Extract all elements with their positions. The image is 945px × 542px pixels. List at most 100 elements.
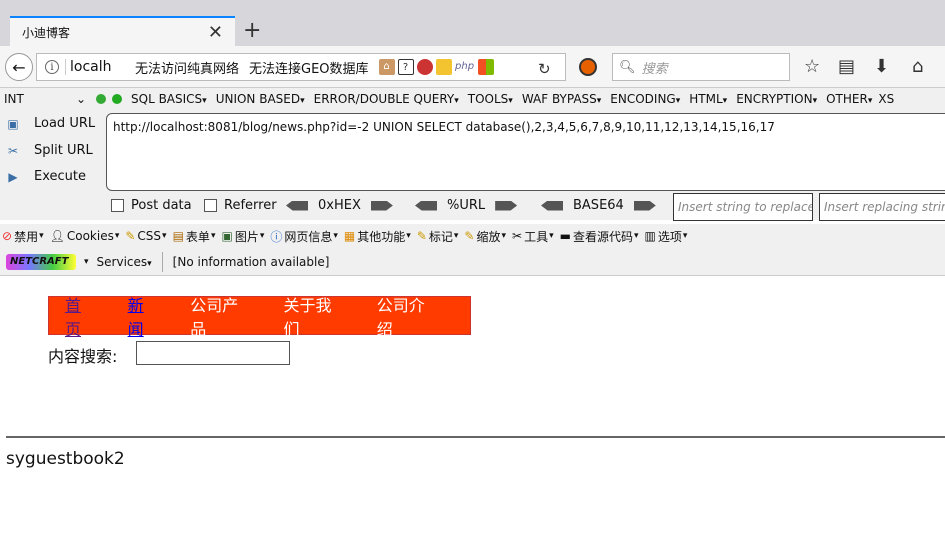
hackbar-panel: ▣ Load URL ✂ Split URL ▶ Execute http://… — [0, 110, 945, 221]
wd-disable-label: 禁用 — [14, 229, 39, 244]
wd-page-info[interactable]: ⓘ 网页信息 — [270, 228, 338, 245]
minus-icon[interactable] — [96, 94, 106, 104]
split-url-label: Split URL — [34, 143, 93, 158]
windows-icon[interactable] — [477, 59, 494, 75]
home-button-icon[interactable]: ⌂ — [912, 56, 923, 77]
post-data-option[interactable]: Post data — [111, 198, 192, 213]
base64-encoder[interactable]: BASE64 — [531, 198, 666, 213]
menu-waf-bypass[interactable]: WAF BYPASS — [522, 92, 601, 106]
url-encoder-label: %URL — [447, 198, 486, 213]
split-url-button[interactable]: ✂ Split URL — [4, 143, 93, 158]
execute-button[interactable]: ▶ Execute — [4, 169, 86, 184]
hex-encode-arrow-icon[interactable] — [370, 200, 393, 211]
forms-icon: ▤ — [172, 229, 184, 243]
wd-disable[interactable]: ⊘ 禁用 — [2, 228, 44, 245]
hex-label: 0xHEX — [318, 198, 361, 213]
base64-encode-arrow-icon[interactable] — [633, 200, 656, 211]
wd-tools[interactable]: ✂ 工具 — [512, 228, 554, 245]
wd-images[interactable]: ▣ 图片 — [221, 228, 264, 245]
wd-view-source-label: 查看源代码 — [572, 229, 633, 244]
netcraft-logo[interactable]: NETCRAFT — [6, 253, 76, 270]
resize-icon: ✎ — [464, 229, 475, 243]
menu-encoding[interactable]: ENCODING — [610, 92, 680, 106]
load-url-icon: ▣ — [7, 116, 19, 131]
wd-outline[interactable]: ✎ 标记 — [417, 228, 459, 245]
options-icon: ▥ — [644, 229, 656, 243]
hackbar-menu-row: INT ⌄ SQL BASICS UNION BASED ERROR/DOUBL… — [0, 88, 945, 110]
browser-tab[interactable]: 小迪博客 ✕ — [10, 16, 235, 46]
url-encoder[interactable]: %URL — [405, 198, 527, 213]
menu-error-double-query[interactable]: ERROR/DOUBLE QUERY — [314, 92, 459, 106]
plus-icon[interactable] — [112, 94, 122, 104]
url-encode-arrow-icon[interactable] — [495, 200, 518, 211]
referrer-checkbox[interactable] — [204, 199, 217, 212]
url-message-1: 无法访问纯真网络 — [135, 61, 240, 77]
menu-tools[interactable]: TOOLS — [468, 92, 513, 106]
info-icon[interactable]: i — [45, 60, 59, 74]
nav-products[interactable]: 公司产品 — [190, 292, 251, 340]
post-data-label: Post data — [131, 198, 192, 213]
load-url-button[interactable]: ▣ Load URL — [4, 116, 95, 131]
wd-view-source[interactable]: ▬ 查看源代码 — [560, 228, 639, 245]
lock-icon[interactable] — [435, 59, 452, 75]
search-icon: 🔍︎ — [619, 59, 636, 75]
nav-home[interactable]: 首页 — [65, 292, 96, 340]
wd-css[interactable]: ✎ CSS — [125, 229, 166, 243]
wd-options[interactable]: ▥ 选项 — [645, 228, 688, 245]
base64-decode-arrow-icon[interactable] — [541, 200, 563, 211]
hex-encoder[interactable]: 0xHEX — [276, 198, 403, 213]
search-box[interactable]: 🔍︎ 搜索 — [612, 53, 790, 81]
menu-sql-basics[interactable]: SQL BASICS — [131, 92, 207, 106]
services-menu[interactable]: Services — [97, 255, 152, 269]
type-select-value: INT — [4, 92, 24, 106]
replacing-string-input[interactable]: Insert replacing string — [819, 193, 945, 221]
close-tab-icon[interactable]: ✕ — [208, 22, 223, 43]
home-icon[interactable]: ⌂ — [378, 59, 395, 75]
menu-xss[interactable]: XS — [878, 92, 894, 106]
help-icon[interactable]: ? — [397, 59, 414, 75]
nav-about[interactable]: 关于我们 — [284, 292, 345, 340]
web-developer-toolbar: ⊘禁用 👤︎Cookies ✎CSS ▤表单 ▣图片 ⓘ网页信息 ▦其他功能 ✎… — [0, 224, 945, 248]
menu-union-based[interactable]: UNION BASED — [216, 92, 305, 106]
url-text[interactable]: localh — [65, 59, 115, 75]
url-decode-arrow-icon[interactable] — [415, 200, 437, 211]
reload-icon[interactable]: ↻ — [538, 60, 551, 78]
wd-cookies[interactable]: 👤︎ Cookies — [50, 229, 120, 243]
nav-news[interactable]: 新闻 — [128, 292, 159, 340]
menu-html[interactable]: HTML — [689, 92, 727, 106]
wd-misc[interactable]: ▦ 其他功能 — [344, 228, 411, 245]
library-icon[interactable]: ▤ — [838, 56, 855, 77]
split-url-icon: ✂ — [7, 143, 19, 158]
misc-icon: ▦ — [343, 229, 356, 243]
url-textarea[interactable]: http://localhost:8081/blog/news.php?id=-… — [106, 113, 945, 191]
new-tab-icon[interactable]: + — [243, 18, 261, 43]
address-bar[interactable]: i localh 无法访问纯真网络 无法连接GEO数据库 ⌂ ? php — [36, 53, 566, 81]
url-message-2: 无法连接GEO数据库 — [249, 61, 369, 77]
wd-options-label: 选项 — [657, 229, 682, 244]
nav-company[interactable]: 公司介绍 — [377, 292, 438, 340]
wd-misc-label: 其他功能 — [357, 229, 406, 244]
hex-decode-arrow-icon[interactable] — [286, 200, 308, 211]
tab-title: 小迪博客 — [22, 25, 71, 40]
back-arrow-icon[interactable]: ← — [5, 53, 33, 81]
menu-other[interactable]: OTHER — [826, 92, 872, 106]
wd-css-label: CSS — [137, 229, 162, 243]
referrer-option[interactable]: Referrer — [204, 198, 277, 213]
load-url-label: Load URL — [34, 116, 96, 131]
extension-icon[interactable] — [579, 58, 597, 76]
content-search-input[interactable] — [136, 341, 290, 365]
wd-resize[interactable]: ✎ 缩放 — [464, 228, 506, 245]
replace-string-input[interactable]: Insert string to replace — [673, 193, 813, 221]
feather-icon[interactable] — [416, 59, 433, 75]
css-icon: ✎ — [125, 229, 136, 243]
chevron-down-icon[interactable]: ▾ — [84, 257, 89, 267]
type-select[interactable]: INT ⌄ — [0, 92, 90, 106]
download-icon[interactable]: ⬇ — [874, 56, 889, 77]
wd-images-label: 图片 — [234, 229, 259, 244]
menu-encryption[interactable]: ENCRYPTION — [736, 92, 817, 106]
php-icon[interactable]: php — [454, 59, 475, 75]
wd-forms[interactable]: ▤ 表单 — [173, 228, 216, 245]
bookmark-star-icon[interactable]: ☆ — [804, 56, 820, 77]
post-data-checkbox[interactable] — [111, 199, 124, 212]
query-result-text: syguestbook2 — [6, 449, 125, 469]
